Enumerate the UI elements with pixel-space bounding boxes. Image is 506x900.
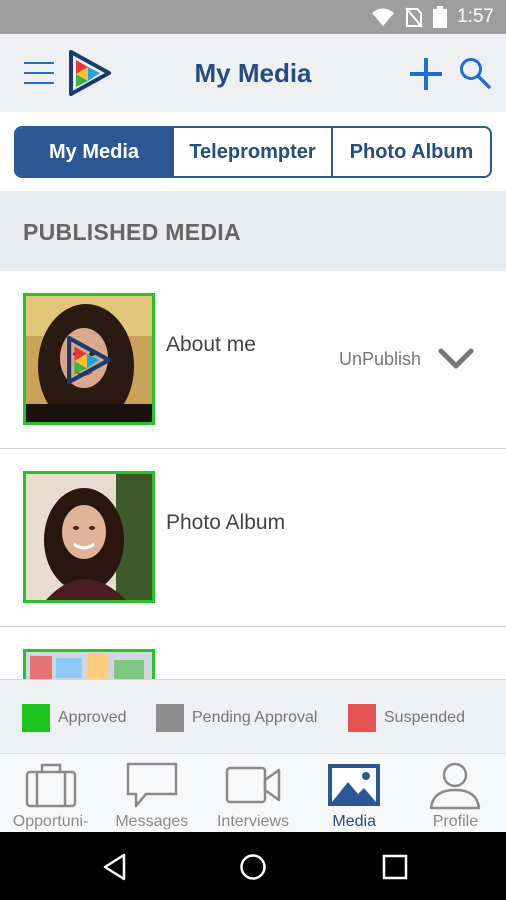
approved-swatch bbox=[22, 704, 50, 732]
nav-profile[interactable]: Profile bbox=[405, 754, 506, 832]
chevron-down-icon[interactable] bbox=[438, 347, 474, 371]
legend-pending-approval: Pending Approval bbox=[156, 704, 317, 732]
nav-label: Media bbox=[332, 813, 376, 830]
home-icon[interactable] bbox=[238, 852, 268, 882]
media-list: About me UnPublish Photo Album bbox=[0, 271, 506, 679]
media-tabs: My Media Teleprompter Photo Album bbox=[14, 126, 492, 178]
nav-label: Interviews bbox=[216, 813, 290, 830]
legend-suspended: Suspended bbox=[348, 704, 465, 732]
image-icon bbox=[328, 764, 381, 806]
portrait-image bbox=[26, 474, 152, 600]
bottom-navigation: Opportuni- Messages Interviews Media Pro… bbox=[0, 753, 506, 832]
wifi-icon bbox=[372, 8, 395, 26]
nav-interviews[interactable]: Interviews bbox=[202, 754, 303, 832]
video-thumbnail[interactable] bbox=[23, 293, 155, 425]
nav-label: Profile bbox=[432, 813, 479, 830]
room-image bbox=[26, 652, 152, 679]
battery-icon bbox=[433, 6, 448, 28]
legend-label: Suspended bbox=[384, 709, 465, 726]
media-item-about-me[interactable]: About me UnPublish bbox=[0, 271, 506, 449]
add-icon[interactable] bbox=[408, 56, 444, 92]
photo-thumbnail[interactable] bbox=[23, 649, 155, 679]
media-item-title: Photo Album bbox=[166, 511, 286, 534]
status-icons: 1:57 bbox=[371, 5, 494, 29]
unpublish-button[interactable]: UnPublish bbox=[339, 349, 421, 370]
no-sim-icon bbox=[405, 7, 423, 28]
app-bar: My Media bbox=[0, 34, 506, 112]
video-camera-icon bbox=[225, 766, 281, 804]
system-navigation-bar bbox=[0, 832, 506, 900]
legend-label: Pending Approval bbox=[192, 709, 318, 726]
user-icon bbox=[430, 762, 481, 810]
tab-photo-album[interactable]: Photo Album bbox=[333, 128, 490, 176]
nav-label: Messages bbox=[115, 813, 189, 830]
media-item[interactable] bbox=[0, 627, 506, 679]
nav-messages[interactable]: Messages bbox=[101, 754, 202, 832]
back-icon[interactable] bbox=[100, 852, 130, 882]
media-item-photo-album[interactable]: Photo Album bbox=[0, 449, 506, 627]
status-legend: Approved Pending Approval Suspended bbox=[0, 679, 506, 753]
status-time: 1:57 bbox=[457, 6, 494, 27]
legend-approved: Approved bbox=[22, 704, 127, 732]
nav-opportunities[interactable]: Opportuni- bbox=[0, 754, 101, 832]
section-header: PUBLISHED MEDIA bbox=[0, 191, 506, 271]
search-icon[interactable] bbox=[458, 56, 492, 90]
recent-apps-icon[interactable] bbox=[380, 852, 410, 882]
nav-media[interactable]: Media bbox=[304, 754, 405, 832]
legend-label: Approved bbox=[58, 709, 127, 726]
play-icon[interactable] bbox=[66, 334, 112, 386]
suspended-swatch bbox=[348, 704, 376, 732]
tab-my-media[interactable]: My Media bbox=[16, 128, 174, 176]
chat-bubble-icon bbox=[126, 762, 178, 808]
briefcase-icon bbox=[25, 763, 76, 808]
status-bar: 1:57 bbox=[0, 0, 506, 34]
media-item-title: About me bbox=[166, 333, 256, 356]
section-title: PUBLISHED MEDIA bbox=[23, 219, 241, 245]
nav-label: Opportuni- bbox=[12, 813, 89, 830]
tab-teleprompter[interactable]: Teleprompter bbox=[174, 128, 333, 176]
pending-swatch bbox=[156, 704, 184, 732]
photo-thumbnail[interactable] bbox=[23, 471, 155, 603]
